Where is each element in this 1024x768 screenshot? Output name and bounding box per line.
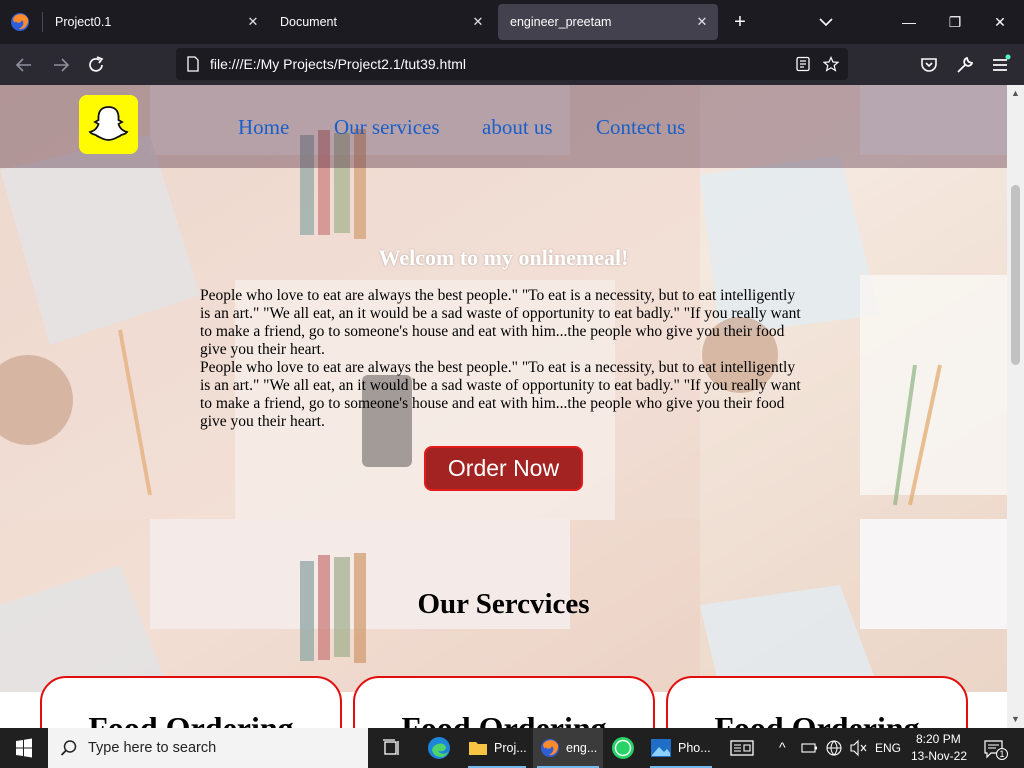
service-card[interactable]: Food Ordering bbox=[353, 676, 655, 728]
order-now-button[interactable]: Order Now bbox=[424, 446, 583, 491]
taskbar-app-label: Proj... bbox=[494, 741, 527, 755]
service-card[interactable]: Food Ordering bbox=[40, 676, 342, 728]
search-placeholder: Type here to search bbox=[88, 740, 217, 756]
windows-start-icon[interactable] bbox=[0, 728, 48, 768]
service-card-title: Food Ordering bbox=[714, 710, 920, 728]
scrollbar-thumb[interactable] bbox=[1011, 185, 1020, 365]
page-viewport: Home Our services about us Contect us We… bbox=[0, 85, 1024, 728]
snapchat-logo-icon[interactable] bbox=[79, 95, 138, 154]
services-heading: Our Sercvices bbox=[417, 588, 590, 620]
chevron-down-icon[interactable] bbox=[816, 12, 836, 32]
service-card-title: Food Ordering bbox=[88, 710, 294, 728]
hero-paragraph: People who love to eat are always the be… bbox=[200, 287, 801, 430]
photos-icon bbox=[651, 739, 671, 757]
site-header: Home Our services about us Contect us bbox=[0, 85, 1007, 168]
nav-link-home[interactable]: Home bbox=[238, 115, 289, 140]
clock-date[interactable]: 13-Nov-22 bbox=[911, 749, 967, 763]
tab-project01[interactable]: Project0.1 ✕ bbox=[43, 4, 269, 40]
tab-engineer-preetam[interactable]: engineer_preetam ✕ bbox=[498, 4, 718, 40]
taskbar-app-label: Pho... bbox=[678, 741, 711, 755]
whatsapp-icon[interactable] bbox=[610, 728, 636, 768]
service-card-title: Food Ordering bbox=[401, 710, 607, 728]
back-arrow-icon[interactable] bbox=[12, 53, 36, 77]
wrench-icon[interactable] bbox=[953, 53, 977, 77]
taskbar-search-box[interactable]: Type here to search bbox=[48, 728, 368, 768]
speaker-muted-icon[interactable] bbox=[848, 728, 868, 768]
forward-arrow-icon[interactable] bbox=[49, 53, 73, 77]
close-window-button[interactable]: ✕ bbox=[985, 8, 1015, 36]
url-text[interactable]: file:///E:/My Projects/Project2.1/tut39.… bbox=[210, 48, 466, 80]
close-icon[interactable]: ✕ bbox=[470, 4, 486, 40]
browser-toolbar: file:///E:/My Projects/Project2.1/tut39.… bbox=[0, 44, 1024, 85]
taskbar-firefox[interactable]: eng... bbox=[533, 728, 603, 768]
firefox-icon bbox=[541, 739, 559, 757]
scroll-down-arrow-icon[interactable]: ▼ bbox=[1009, 713, 1022, 726]
language-indicator[interactable]: ENG bbox=[875, 741, 901, 755]
taskbar-photos[interactable]: Pho... bbox=[646, 728, 716, 768]
network-globe-icon[interactable] bbox=[824, 728, 844, 768]
notification-count-badge: 1 bbox=[996, 748, 1008, 760]
news-widget-icon[interactable] bbox=[728, 728, 756, 768]
edge-icon[interactable] bbox=[426, 728, 452, 768]
taskbar-app-label: eng... bbox=[566, 741, 598, 755]
search-icon bbox=[60, 740, 77, 756]
nav-link-about-us[interactable]: about us bbox=[482, 115, 553, 140]
chevron-up-icon[interactable]: ^ bbox=[779, 739, 786, 755]
page-icon bbox=[187, 56, 199, 72]
vertical-scrollbar[interactable] bbox=[1007, 85, 1024, 728]
firefox-icon[interactable] bbox=[9, 11, 31, 33]
nav-link-our-services[interactable]: Our services bbox=[334, 115, 440, 140]
new-tab-button[interactable]: + bbox=[730, 10, 750, 34]
scroll-up-arrow-icon[interactable]: ▲ bbox=[1009, 87, 1022, 100]
close-icon[interactable]: ✕ bbox=[245, 4, 261, 40]
url-bar[interactable]: file:///E:/My Projects/Project2.1/tut39.… bbox=[176, 48, 848, 80]
task-view-icon[interactable] bbox=[380, 728, 404, 768]
hero-title: Welcom to my onlinemeal! bbox=[378, 245, 629, 270]
restore-button[interactable]: ❐ bbox=[940, 8, 970, 36]
reader-view-icon[interactable] bbox=[795, 56, 811, 72]
close-icon[interactable]: ✕ bbox=[694, 4, 710, 40]
tab-label: Project0.1 bbox=[55, 15, 112, 29]
tab-label: engineer_preetam bbox=[510, 15, 612, 29]
pocket-icon[interactable] bbox=[917, 53, 941, 77]
clock-time[interactable]: 8:20 PM bbox=[916, 732, 961, 746]
browser-tab-bar: Project0.1 ✕ Document ✕ engineer_preetam… bbox=[0, 0, 1024, 44]
service-card[interactable]: Food Ordering bbox=[666, 676, 968, 728]
tab-document[interactable]: Document ✕ bbox=[268, 4, 494, 40]
minimize-button[interactable]: — bbox=[894, 8, 924, 36]
nav-link-contact-us[interactable]: Contect us bbox=[596, 115, 685, 140]
battery-icon[interactable] bbox=[800, 728, 818, 768]
folder-icon bbox=[469, 742, 487, 755]
reload-icon[interactable] bbox=[84, 53, 108, 77]
bookmark-star-icon[interactable] bbox=[823, 56, 839, 72]
menu-icon[interactable] bbox=[988, 53, 1012, 77]
tab-label: Document bbox=[280, 15, 337, 29]
taskbar-file-explorer[interactable]: Proj... bbox=[464, 728, 530, 768]
windows-taskbar: Type here to search Proj... eng... Pho..… bbox=[0, 728, 1024, 768]
